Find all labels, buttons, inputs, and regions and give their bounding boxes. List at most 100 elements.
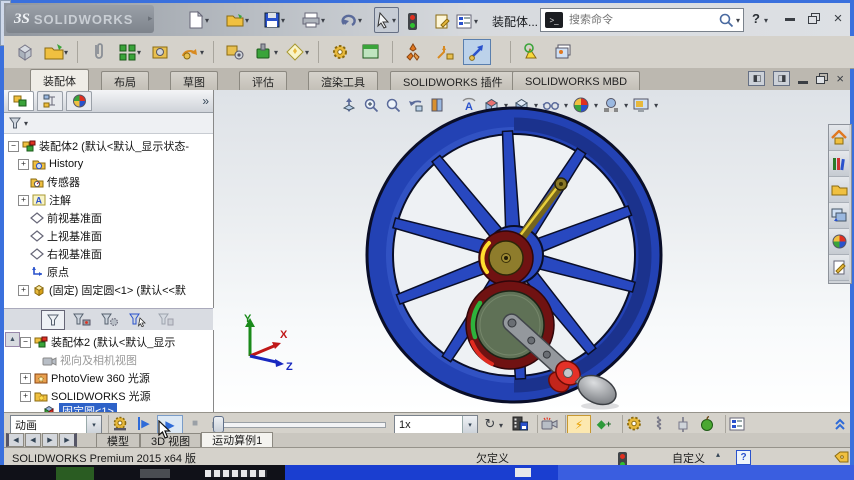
new-window-button[interactable] bbox=[358, 40, 384, 64]
search-input[interactable] bbox=[567, 13, 718, 27]
linear-component-pattern-button[interactable]: ▾ bbox=[117, 40, 143, 64]
filter-results-button[interactable] bbox=[155, 311, 177, 329]
motion-tree-camera-views[interactable]: 视向及相机视图 bbox=[26, 352, 137, 368]
tree-item-right-plane[interactable]: 右视基准面 bbox=[14, 246, 102, 262]
expand-toggle[interactable]: + bbox=[20, 391, 31, 402]
customize-caret-icon[interactable]: ▴ bbox=[716, 450, 720, 459]
expand-toggle[interactable]: + bbox=[18, 159, 29, 170]
nav-prev-tab-button[interactable]: ◀ bbox=[25, 433, 41, 447]
motion-tree-root[interactable]: − 装配体2 (默认<默认_显示 bbox=[16, 334, 175, 350]
search-dropdown[interactable]: ▾ bbox=[736, 16, 740, 25]
panel-overflow-button[interactable]: » bbox=[202, 94, 209, 108]
filter-selected-button[interactable] bbox=[127, 311, 149, 329]
model-tab[interactable]: 模型 bbox=[96, 433, 140, 447]
tab-assembly[interactable]: 装配体 bbox=[30, 69, 89, 91]
motion-study-properties-button[interactable] bbox=[727, 415, 747, 432]
expand-toggle[interactable]: − bbox=[8, 141, 19, 152]
expand-toggle[interactable]: + bbox=[18, 285, 29, 296]
tab-sketch[interactable]: 草图 bbox=[170, 71, 218, 91]
custom-properties-tab[interactable] bbox=[829, 255, 849, 281]
gravity-button[interactable] bbox=[697, 415, 717, 432]
combo-dropdown-icon[interactable]: ▾ bbox=[462, 416, 477, 433]
expand-toggle[interactable]: − bbox=[20, 337, 31, 348]
combo-dropdown-icon[interactable]: ▾ bbox=[86, 416, 101, 433]
calculate-motion-button[interactable] bbox=[110, 415, 130, 432]
timeline-slider-track[interactable] bbox=[212, 422, 386, 428]
smart-fasteners-button[interactable] bbox=[148, 40, 174, 64]
feature-manager-tab[interactable] bbox=[8, 91, 34, 111]
property-manager-tab[interactable] bbox=[37, 91, 63, 111]
playback-mode-dropdown[interactable]: ▾ bbox=[499, 421, 503, 430]
tab-evaluate[interactable]: 评估 bbox=[239, 71, 287, 91]
filter-dropdown[interactable]: ▾ bbox=[24, 119, 28, 128]
search-box[interactable]: >_ ▾ bbox=[540, 8, 744, 32]
configuration-manager-tab[interactable] bbox=[66, 91, 92, 111]
motor-button[interactable] bbox=[624, 415, 644, 432]
animation-wizard-button[interactable] bbox=[539, 415, 559, 432]
tree-item-history[interactable]: + History bbox=[14, 156, 83, 172]
file-explorer-tab[interactable] bbox=[829, 177, 849, 203]
stop-button[interactable]: ■ bbox=[186, 415, 204, 432]
tab-layout[interactable]: 布局 bbox=[101, 71, 149, 91]
print-button[interactable]: ▾ bbox=[300, 8, 327, 32]
explode-line-sketch-button[interactable] bbox=[432, 40, 458, 64]
autokey-button[interactable]: ⚡ bbox=[567, 415, 591, 434]
new-document-button[interactable]: ▾ bbox=[186, 8, 211, 32]
close-button[interactable]: × bbox=[828, 10, 848, 26]
options-button[interactable]: ▾ bbox=[454, 9, 480, 33]
help-button[interactable]: ? bbox=[752, 11, 760, 26]
nav-first-tab-button[interactable]: ◀ bbox=[6, 433, 24, 447]
tree-item-front-plane[interactable]: 前视基准面 bbox=[14, 210, 102, 226]
upper-pulley[interactable] bbox=[489, 241, 523, 275]
tree-item-sensors[interactable]: 传感器 bbox=[14, 174, 80, 190]
assembly-features-button[interactable]: ▾ bbox=[253, 40, 279, 64]
motion-study-tab[interactable]: 运动算例1 bbox=[201, 432, 273, 447]
instant3d-button[interactable] bbox=[463, 39, 491, 65]
playback-speed-combobox[interactable]: 1x ▾ bbox=[394, 415, 478, 434]
appearances-scenes-tab[interactable] bbox=[829, 229, 849, 255]
tree-item-annotations[interactable]: + A 注解 bbox=[14, 192, 71, 208]
tree-item-origin[interactable]: 原点 bbox=[14, 264, 69, 280]
study-type-combobox[interactable]: 动画 ▾ bbox=[10, 415, 102, 434]
select-tool-button[interactable]: ▾ bbox=[374, 7, 399, 33]
filter-funnel-icon[interactable] bbox=[8, 116, 22, 130]
motion-gear-button[interactable] bbox=[327, 40, 353, 64]
collapse-pane-right-button[interactable]: ◨ bbox=[773, 71, 790, 86]
doc-restore-button[interactable] bbox=[816, 73, 828, 84]
rebuild-button[interactable] bbox=[408, 11, 417, 30]
tab-render-tools[interactable]: 渲染工具 bbox=[308, 71, 378, 91]
filter-all-button[interactable] bbox=[41, 310, 65, 330]
motion-tree-solidworks-lights[interactable]: + SOLIDWORKS 光源 bbox=[16, 388, 151, 404]
play-from-start-button[interactable]: ▶ bbox=[134, 415, 154, 432]
motion-tree-photoview-lights[interactable]: + PhotoView 360 光源 bbox=[16, 370, 150, 386]
expand-toggle[interactable]: + bbox=[18, 195, 29, 206]
tree-item-top-plane[interactable]: 上视基准面 bbox=[14, 228, 102, 244]
open-document-button[interactable]: ▾ bbox=[224, 8, 251, 32]
reference-geometry-button[interactable]: ▾ bbox=[284, 40, 310, 64]
filter-animated-button[interactable] bbox=[71, 311, 93, 329]
take-snapshot-button[interactable] bbox=[550, 40, 576, 64]
doc-close-button[interactable]: × bbox=[836, 71, 844, 86]
tree-item-assembly-root[interactable]: − 装配体2 (默认<默认_显示状态- bbox=[4, 138, 189, 154]
minimize-button[interactable] bbox=[780, 11, 800, 27]
doc-minimize-button[interactable] bbox=[798, 81, 808, 84]
motion-tree-selected-component[interactable]: 固定圆<1> bbox=[26, 403, 117, 412]
move-component-button[interactable]: ▾ bbox=[179, 40, 205, 64]
filter-driving-button[interactable] bbox=[99, 311, 121, 329]
save-animation-button[interactable] bbox=[510, 415, 530, 432]
file-properties-button[interactable] bbox=[432, 9, 452, 33]
damper-button[interactable] bbox=[673, 415, 693, 432]
tag-icon[interactable] bbox=[834, 451, 849, 463]
tab-solidworks-mbd[interactable]: SOLIDWORKS MBD bbox=[512, 71, 640, 91]
insert-from-file-button[interactable]: ▾ bbox=[43, 40, 69, 64]
restore-button[interactable] bbox=[804, 10, 824, 26]
solidworks-resources-tab[interactable] bbox=[829, 125, 849, 151]
save-button[interactable]: ▾ bbox=[262, 8, 287, 32]
quick-tips-button[interactable]: ? bbox=[736, 450, 751, 465]
insert-component-button[interactable] bbox=[12, 40, 38, 64]
timeline-slider-thumb[interactable] bbox=[213, 416, 224, 433]
spring-button[interactable] bbox=[649, 415, 669, 432]
nav-last-tab-button[interactable]: ▶ bbox=[59, 433, 77, 447]
mate-button[interactable] bbox=[86, 40, 112, 64]
help-dropdown[interactable]: ▾ bbox=[764, 16, 768, 25]
